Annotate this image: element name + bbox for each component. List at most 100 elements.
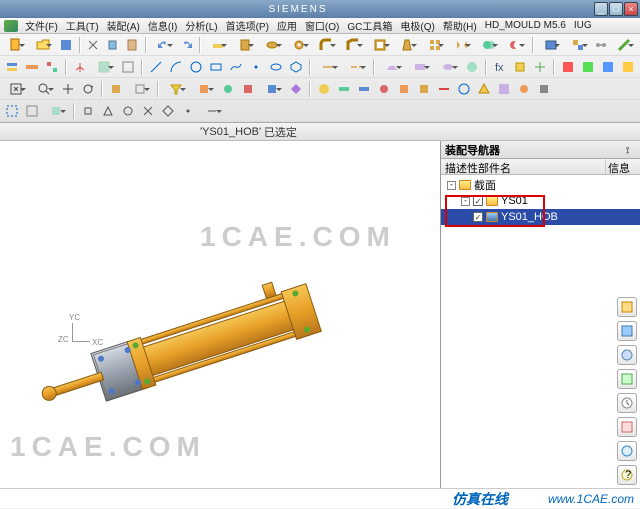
rb-role-button[interactable]	[617, 417, 637, 437]
menu-help[interactable]: 帮助(H)	[440, 17, 480, 34]
color4-button[interactable]	[619, 58, 637, 76]
view-rotate-button[interactable]	[79, 80, 97, 98]
sel-scope-button[interactable]	[43, 102, 69, 120]
save-button[interactable]	[57, 36, 74, 54]
window-maximize-button[interactable]: □	[609, 2, 623, 16]
circle-button[interactable]	[187, 58, 205, 76]
menu-tools[interactable]: 工具(T)	[63, 17, 102, 34]
tree-row-ys01-hob[interactable]: ✓ YS01_HOB	[441, 209, 640, 225]
unite-button[interactable]	[476, 36, 501, 54]
rb-ie-button[interactable]	[617, 441, 637, 461]
display-button[interactable]	[91, 58, 117, 76]
rect-button[interactable]	[207, 58, 225, 76]
style-shaded-button[interactable]	[107, 80, 125, 98]
sel-filter2-button[interactable]	[191, 80, 217, 98]
surf3-button[interactable]	[435, 58, 461, 76]
misc5-button[interactable]	[395, 80, 413, 98]
rb-help-button[interactable]: ?	[617, 465, 637, 485]
window-close-button[interactable]: ×	[624, 2, 638, 16]
sel-filter3-button[interactable]	[219, 80, 237, 98]
color3-button[interactable]	[599, 58, 617, 76]
paste-button[interactable]	[123, 36, 140, 54]
curve-trim-button[interactable]	[315, 58, 341, 76]
surf2-button[interactable]	[407, 58, 433, 76]
rb-part-button[interactable]	[617, 321, 637, 341]
menu-hdmould[interactable]: HD_MOULD M5.6	[482, 19, 569, 32]
misc3-button[interactable]	[355, 80, 373, 98]
surf1-button[interactable]	[379, 58, 405, 76]
undo-button[interactable]	[151, 36, 176, 54]
nav-col-info[interactable]: 信息	[606, 159, 640, 174]
rb-const-button[interactable]	[617, 345, 637, 365]
snap-quad-button[interactable]	[159, 102, 177, 120]
pin-icon[interactable]: ⟟	[626, 145, 636, 155]
sel-filter5-button[interactable]	[259, 80, 285, 98]
menu-info[interactable]: 信息(I)	[145, 17, 180, 34]
misc2-button[interactable]	[335, 80, 353, 98]
assembly-button[interactable]	[565, 36, 590, 54]
constraint-button[interactable]	[593, 36, 610, 54]
menu-electrode[interactable]: 电极(Q)	[397, 17, 437, 34]
view-zoom-button[interactable]	[31, 80, 57, 98]
app-icon[interactable]	[4, 20, 18, 32]
draft-button[interactable]	[395, 36, 420, 54]
view-pan-button[interactable]	[59, 80, 77, 98]
misc9-button[interactable]	[475, 80, 493, 98]
rb-reuse-button[interactable]	[617, 369, 637, 389]
open-file-button[interactable]	[30, 36, 55, 54]
menu-file[interactable]: 文件(F)	[22, 17, 61, 34]
rb-hist-button[interactable]	[617, 393, 637, 413]
misc10-button[interactable]	[495, 80, 513, 98]
color1-button[interactable]	[559, 58, 577, 76]
snap-ctr-button[interactable]	[119, 102, 137, 120]
checkbox-icon[interactable]: ✓	[473, 212, 483, 222]
exp-button[interactable]: fx	[491, 58, 509, 76]
menu-preferences[interactable]: 首选项(P)	[223, 17, 272, 34]
view-fit-button[interactable]	[3, 80, 29, 98]
menu-assembly[interactable]: 装配(A)	[104, 17, 143, 34]
model-cylinder[interactable]	[10, 251, 330, 451]
pattern-button[interactable]	[422, 36, 447, 54]
wcs-button[interactable]	[71, 58, 89, 76]
nav-tree[interactable]: - 截面 -✓ YS01 ✓ YS01_HOB	[441, 175, 640, 501]
rb-nav-button[interactable]	[617, 297, 637, 317]
menu-window[interactable]: 窗口(O)	[302, 17, 342, 34]
surf4-button[interactable]	[463, 58, 481, 76]
layer-vis-button[interactable]	[43, 58, 61, 76]
layer-set-button[interactable]	[23, 58, 41, 76]
menu-gc-toolbox[interactable]: GC工具箱	[344, 17, 395, 34]
sel-filter4-button[interactable]	[239, 80, 257, 98]
misc12-button[interactable]	[535, 80, 553, 98]
redo-button[interactable]	[178, 36, 195, 54]
style-wire-button[interactable]	[127, 80, 153, 98]
datum-button[interactable]	[511, 58, 529, 76]
curve-ext-button[interactable]	[343, 58, 369, 76]
line-button[interactable]	[147, 58, 165, 76]
misc1-button[interactable]	[315, 80, 333, 98]
fillet-button[interactable]	[314, 36, 339, 54]
new-file-button[interactable]	[3, 36, 28, 54]
subtract-button[interactable]	[503, 36, 528, 54]
revolve-button[interactable]	[259, 36, 284, 54]
tree-row-sections[interactable]: - 截面	[441, 177, 640, 193]
tree-row-ys01[interactable]: -✓ YS01	[441, 193, 640, 209]
copy-button[interactable]	[104, 36, 121, 54]
misc7-button[interactable]	[435, 80, 453, 98]
layer-button[interactable]	[3, 58, 21, 76]
mirror-button[interactable]	[449, 36, 474, 54]
snap-mid-button[interactable]	[99, 102, 117, 120]
snap-end-button[interactable]	[79, 102, 97, 120]
extrude-button[interactable]	[232, 36, 257, 54]
misc4-button[interactable]	[375, 80, 393, 98]
menu-application[interactable]: 应用	[274, 17, 300, 34]
misc11-button[interactable]	[515, 80, 533, 98]
sel-filter6-button[interactable]	[287, 80, 305, 98]
arc-button[interactable]	[167, 58, 185, 76]
ref-button[interactable]	[531, 58, 549, 76]
sel-all-button[interactable]	[3, 102, 21, 120]
sel-none-button[interactable]	[23, 102, 41, 120]
spline-button[interactable]	[227, 58, 245, 76]
wireframe-button[interactable]	[119, 58, 137, 76]
shell-button[interactable]	[368, 36, 393, 54]
checkbox-icon[interactable]: ✓	[473, 196, 483, 206]
